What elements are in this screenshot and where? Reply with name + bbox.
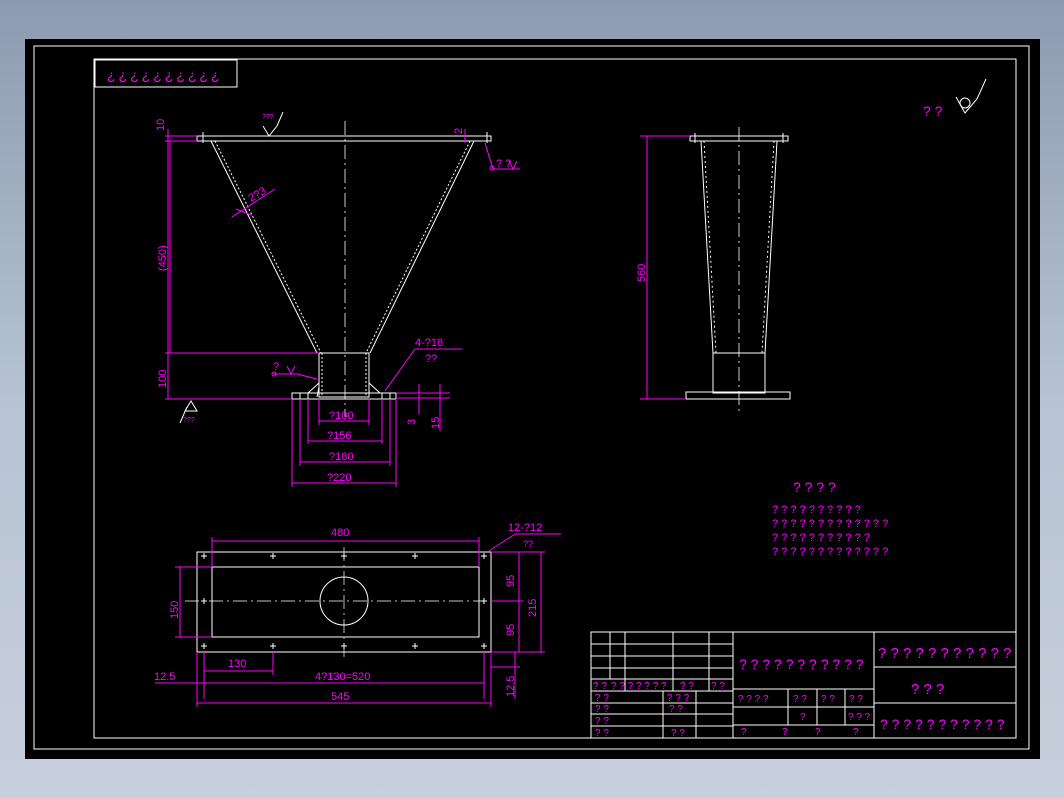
svg-text:? ?: ? ? — [793, 694, 807, 705]
svg-text:? ? ?: ? ? ? — [848, 712, 871, 723]
svg-text:?220: ?220 — [327, 472, 351, 484]
svg-text:?100: ?100 — [329, 410, 353, 422]
svg-text:130: 130 — [228, 658, 246, 670]
svg-text:??: ?? — [425, 353, 437, 365]
svg-text:? ?: ? ? — [680, 681, 694, 692]
svg-text:3: 3 — [406, 419, 418, 425]
svg-text:? ? ? ? ? ? ?: ? ? ? ? ? ? ? — [611, 681, 667, 692]
drawing-viewport[interactable]: ¿¿¿¿¿¿¿¿¿¿ ? ? 10 (450) 100 2 2?3 ?100 ?… — [25, 39, 1040, 759]
neck-tube — [318, 352, 370, 398]
drawing-number: ? ? ? ? ? ? ? ? ? ? ? — [880, 716, 1005, 732]
note-line: ? ? ? ? ? ? ? ? ? ? ? — [772, 532, 870, 544]
cone-wall-right-inner — [365, 140, 471, 354]
svg-text:? ? ? ?: ? ? ? ? — [738, 694, 769, 705]
cone-wall-right-outer — [369, 140, 475, 354]
side-height-dim: 560 — [636, 264, 648, 282]
cad-drawing: ¿¿¿¿¿¿¿¿¿¿ ? ? 10 (450) 100 2 2?3 ?100 ?… — [33, 45, 1030, 750]
roughness-bottom-text: ??? — [183, 417, 195, 424]
roughness-note: ? ? — [923, 103, 943, 119]
svg-text:?: ? — [815, 727, 821, 738]
svg-text:? ?: ? ? — [595, 704, 609, 715]
bottom-view — [185, 547, 505, 657]
svg-text:?: ? — [273, 361, 279, 373]
cone-wall-left-outer — [210, 140, 318, 354]
svg-text:?: ? — [853, 727, 859, 738]
svg-text:? ?: ? ? — [595, 728, 609, 739]
cone-wall-left-inner — [214, 140, 322, 354]
svg-text:12-?12: 12-?12 — [508, 522, 542, 534]
note-line: ? ? ? ? ? ? ? ? ? ? ? ? ? — [772, 518, 888, 530]
svg-text:? ?: ? ? — [595, 716, 609, 727]
note-line: ? ? ? ? ? ? ? ? ? ? ? ? ? — [772, 546, 888, 558]
svg-text:12.5: 12.5 — [154, 671, 175, 683]
svg-text:4-?18: 4-?18 — [415, 337, 443, 349]
drawing-name: ? ? ? ? ? ? ? ? ? ? ? — [739, 656, 864, 672]
note-line: ? ? ? ? ? ? ? ? ? ? — [772, 504, 861, 516]
svg-text:?: ? — [800, 712, 806, 723]
svg-text:? ?: ? ? — [496, 158, 511, 170]
svg-text:?180: ?180 — [329, 451, 353, 463]
svg-text:4?130=520: 4?130=520 — [315, 671, 370, 683]
svg-text:? ?: ? ? — [671, 728, 685, 739]
svg-text:12.5: 12.5 — [505, 676, 517, 697]
svg-text:? ?: ? ? — [711, 681, 725, 692]
front-view — [196, 121, 492, 417]
svg-text:95: 95 — [505, 575, 517, 587]
top-flange — [196, 135, 492, 142]
svg-text:2?3: 2?3 — [247, 185, 269, 205]
svg-text:480: 480 — [331, 527, 349, 539]
svg-text:? ?: ? ? — [593, 681, 607, 692]
front-roughness-icons — [179, 111, 284, 424]
svg-text:? ?: ? ? — [821, 694, 835, 705]
side-view — [685, 127, 791, 414]
svg-text:10: 10 — [155, 119, 167, 131]
roughness-top-text: ??? — [262, 114, 274, 121]
svg-text:?156: ?156 — [327, 430, 351, 442]
svg-text:15: 15 — [430, 417, 442, 429]
svg-text:? ?: ? ? — [595, 693, 609, 704]
svg-text:? ?: ? ? — [849, 694, 863, 705]
code-box-text: ¿¿¿¿¿¿¿¿¿¿ — [107, 67, 223, 83]
title-block-left-texts: ? ? ? ? ? ? ? ? ? ? ? ? ? ? ? ? ? ? ? ? … — [593, 681, 725, 739]
svg-text:545: 545 — [331, 691, 349, 703]
title-block-stage-texts: ? ? ? ? ? ? ? ? ? ? ? ? ? ? ? ? ? ? — [738, 694, 871, 738]
svg-text:? ? ?: ? ? ? — [667, 693, 690, 704]
notes-title: ? ? ? ? — [793, 479, 836, 495]
svg-text:150: 150 — [169, 601, 181, 619]
svg-text:??: ?? — [523, 539, 533, 549]
svg-text:95: 95 — [505, 624, 517, 636]
svg-text:(450): (450) — [157, 245, 169, 271]
svg-text:?: ? — [741, 727, 747, 738]
roughness-symbol-icon — [955, 78, 987, 114]
svg-text:? ?: ? ? — [669, 704, 683, 715]
outer-frame — [33, 45, 1030, 750]
svg-text:?: ? — [782, 727, 788, 738]
technical-notes: ? ? ? ? ? ? ? ? ? ? ? ? ? ? ? ? ? ? ? ? … — [772, 479, 888, 558]
svg-text:2: 2 — [453, 128, 465, 134]
svg-text:215: 215 — [527, 599, 539, 617]
material: ? ? ? — [911, 681, 944, 698]
company-name: ? ? ? ? ? ? ? ? ? ? ? — [878, 645, 1011, 662]
svg-text:100: 100 — [157, 370, 169, 388]
